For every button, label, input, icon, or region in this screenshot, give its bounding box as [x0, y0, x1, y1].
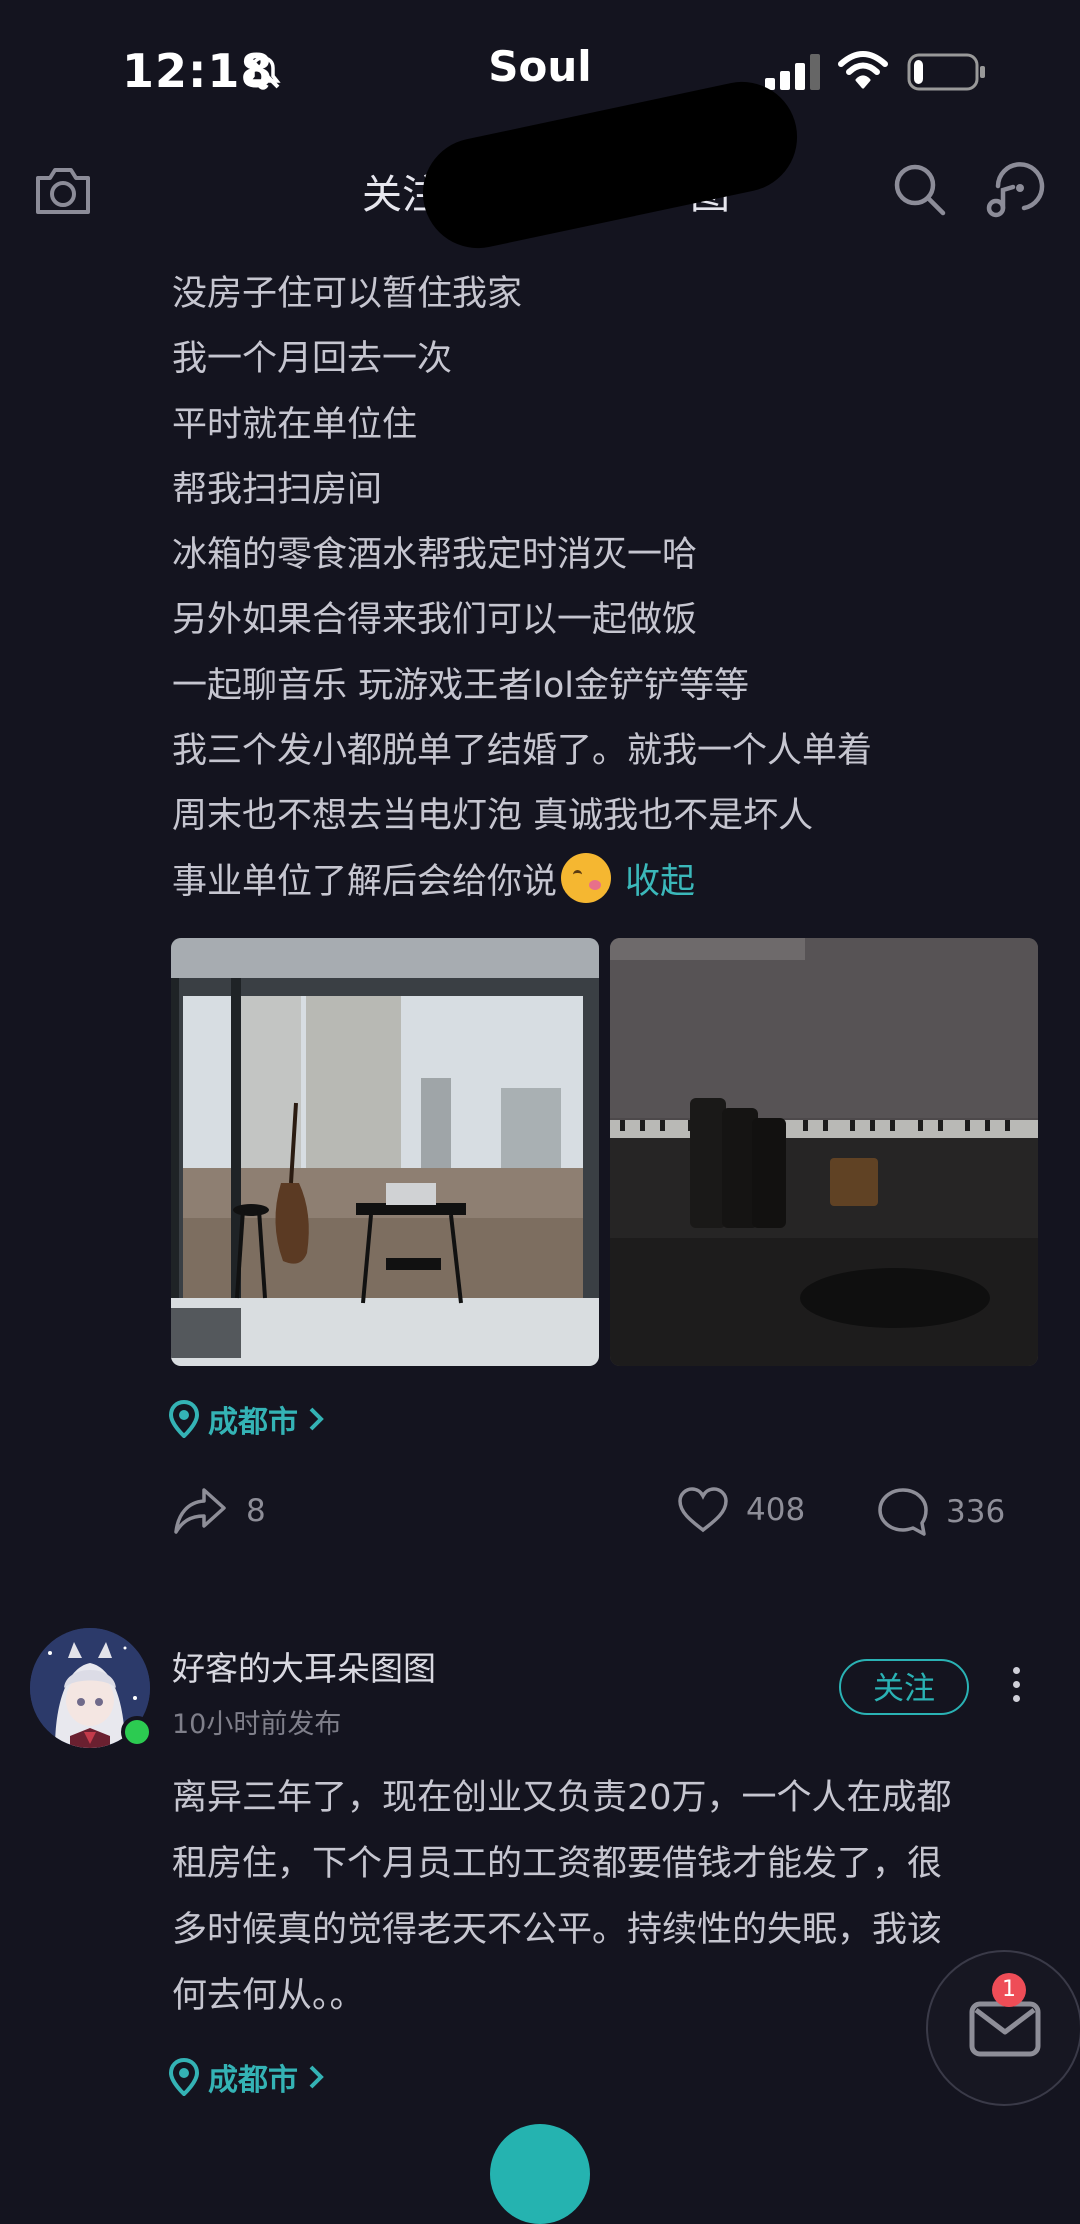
- post-line: 我一个月回去一次: [172, 339, 453, 380]
- like-count: 408: [746, 1492, 806, 1528]
- location-label: 成都市: [208, 2063, 298, 2098]
- music-search-icon[interactable]: [984, 158, 1050, 220]
- post-line: 我三个发小都脱单了结婚了。就我一个人单着: [172, 731, 873, 772]
- chevron-right-icon: [309, 1407, 324, 1431]
- post-line: 帮我扫扫房间: [172, 469, 383, 510]
- location-pin-icon: [168, 1400, 200, 1438]
- share-count: 8: [246, 1493, 266, 1529]
- post-line: 冰箱的零食酒水帮我定时消灭一哈: [172, 535, 698, 576]
- chevron-right-icon: [309, 2065, 324, 2089]
- post-actions: 8 408 336: [0, 1480, 1080, 1540]
- comment-count: 336: [946, 1494, 1006, 1530]
- post-line: 租房住，下个月员工的工资都要借钱才能发了，很: [172, 1844, 943, 1884]
- post-line: 平时就在单位住: [172, 404, 418, 445]
- collapse-link[interactable]: 收起: [625, 862, 695, 902]
- location-pin-icon: [168, 2058, 200, 2096]
- post-timestamp: 10小时前发布: [172, 1709, 342, 1740]
- location-tag[interactable]: 成都市: [168, 2052, 326, 2102]
- post-image-living-room[interactable]: [171, 938, 599, 1366]
- camera-icon[interactable]: [32, 162, 94, 218]
- like-button[interactable]: 408: [676, 1486, 805, 1534]
- post-line: 何去何从。。: [172, 1976, 365, 2016]
- post-body: 没房子住可以暂住我家 我一个月回去一次 平时就在单位住 帮我扫扫房间 冰箱的零食…: [172, 262, 1042, 915]
- publish-button[interactable]: [490, 2124, 590, 2224]
- comment-bubble-icon: [878, 1488, 928, 1536]
- username[interactable]: 好客的大耳朵图图: [172, 1642, 436, 1690]
- post-line: 没房子住可以暂住我家: [172, 274, 523, 314]
- post-line: 另外如果合得来我们可以一起做饭: [172, 600, 698, 641]
- follow-button[interactable]: 关注: [839, 1659, 969, 1715]
- location-tag[interactable]: 成都市: [168, 1394, 326, 1444]
- battery-icon: [907, 53, 985, 91]
- top-navigation: 关注 图: [0, 71, 1080, 259]
- location-label: 成都市: [208, 1405, 298, 1440]
- comment-button[interactable]: 336: [876, 1486, 1005, 1538]
- wifi-icon: [838, 51, 888, 89]
- share-button[interactable]: 8: [172, 1486, 266, 1536]
- post-image-drinks[interactable]: [610, 938, 1038, 1366]
- post-line: 周末也不想去当电灯泡 真诚我也不是坏人: [172, 796, 814, 837]
- unread-badge: 1: [992, 1973, 1026, 2007]
- heart-icon: [678, 1487, 728, 1533]
- more-options-icon[interactable]: [1010, 1667, 1022, 1707]
- online-status-dot: [121, 1716, 153, 1748]
- smiling-face-emoji-icon: [561, 852, 612, 903]
- post-line: 多时候真的觉得老天不公平。持续性的失眠，我该: [172, 1910, 943, 1950]
- post-line: 离异三年了，现在创业又负责20万，一个人在成都: [172, 1778, 952, 1818]
- post-body: 离异三年了，现在创业又负责20万，一个人在成都 租房住，下个月员工的工资都要借钱…: [172, 1765, 1022, 2029]
- status-bar: 12:18 Soul: [0, 0, 1080, 140]
- post-line-text: 事业单位了解后会给你说: [172, 861, 558, 902]
- post-line-last: 事业单位了解后会给你说 收起: [172, 850, 1042, 915]
- post-line: 一起聊音乐 玩游戏王者lol金铲铲等等: [172, 665, 749, 706]
- share-icon: [174, 1488, 226, 1534]
- cellular-signal-icon: [765, 54, 820, 90]
- search-icon[interactable]: [890, 160, 950, 220]
